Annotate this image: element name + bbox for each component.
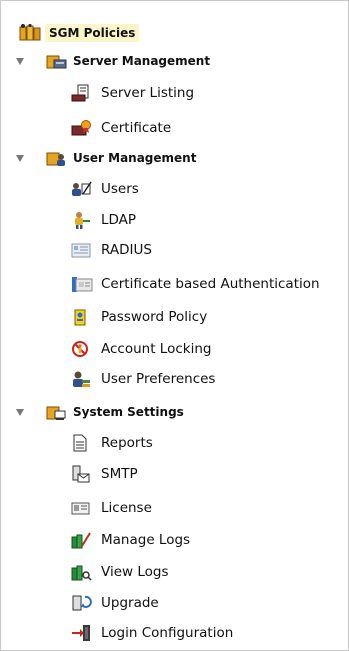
tree-item-label: License xyxy=(101,500,152,516)
group-server-management[interactable]: Server Management xyxy=(45,49,210,73)
tree-item-label: Account Locking xyxy=(101,341,212,357)
tree-item-label: Manage Logs xyxy=(101,532,191,548)
tree-item-label: View Logs xyxy=(101,564,169,580)
login-configuration-icon xyxy=(71,624,91,642)
reports-icon xyxy=(71,434,91,452)
tree-item-label: SMTP xyxy=(101,466,138,482)
tree-item-label: Login Configuration xyxy=(101,625,234,641)
certificate-auth-icon xyxy=(71,275,93,293)
expand-triangle-icon[interactable] xyxy=(16,409,24,416)
tree-root[interactable]: SGM Policies xyxy=(19,21,140,45)
tree-item-label: User Preferences xyxy=(101,371,216,387)
expand-triangle-icon[interactable] xyxy=(16,58,24,65)
tree-item-label: RADIUS xyxy=(101,242,152,258)
tree-item-users[interactable]: Users xyxy=(71,177,139,201)
system-settings-icon xyxy=(45,403,66,421)
server-management-icon xyxy=(45,52,67,70)
tree-item-label: Certificate xyxy=(101,120,172,136)
tree-item-view-logs[interactable]: View Logs xyxy=(71,560,168,584)
account-locking-icon xyxy=(71,340,91,358)
users-icon xyxy=(71,180,92,198)
user-preferences-icon xyxy=(71,370,91,388)
upgrade-icon xyxy=(71,594,92,612)
tree-root-label: SGM Policies xyxy=(45,24,140,42)
certificate-icon xyxy=(71,119,91,137)
group-user-management[interactable]: User Management xyxy=(45,146,196,170)
expand-triangle-icon[interactable] xyxy=(16,155,24,162)
group-label: System Settings xyxy=(73,405,184,419)
tree-item-label: Certificate based Authentication xyxy=(101,276,320,292)
tree-item-manage-logs[interactable]: Manage Logs xyxy=(71,528,190,552)
ldap-icon xyxy=(71,211,91,229)
tree-item-label: Users xyxy=(101,181,139,197)
radius-icon xyxy=(71,241,91,259)
tree-item-upgrade[interactable]: Upgrade xyxy=(71,591,159,615)
group-label: Server Management xyxy=(73,54,211,68)
manage-logs-icon xyxy=(71,531,91,549)
tree-item-reports[interactable]: Reports xyxy=(71,431,153,455)
password-policy-icon xyxy=(71,308,91,326)
user-management-icon xyxy=(45,149,65,167)
tree-item-password-policy[interactable]: Password Policy xyxy=(71,305,207,329)
group-label: User Management xyxy=(73,151,197,165)
view-logs-icon xyxy=(71,563,92,581)
tree-item-label: Server Listing xyxy=(101,85,195,101)
tree-item-certificate[interactable]: Certificate xyxy=(71,116,171,140)
tree-item-radius[interactable]: RADIUS xyxy=(71,238,152,262)
tree-item-certificate-auth[interactable]: Certificate based Authentication xyxy=(71,272,320,296)
tree-item-label: Password Policy xyxy=(101,309,208,325)
tree-item-label: Upgrade xyxy=(101,595,159,611)
tree-item-server-listing[interactable]: Server Listing xyxy=(71,81,194,105)
tree-item-license[interactable]: License xyxy=(71,496,152,520)
server-listing-icon xyxy=(71,84,91,102)
tree-item-ldap[interactable]: LDAP xyxy=(71,208,136,232)
folder-tree-icon xyxy=(19,24,41,42)
tree-item-user-preferences[interactable]: User Preferences xyxy=(71,367,215,391)
policy-tree-panel: SGM Policies Server Management Server Li… xyxy=(0,0,349,651)
tree-item-label: LDAP xyxy=(101,212,137,228)
tree-item-account-locking[interactable]: Account Locking xyxy=(71,337,211,361)
tree-item-smtp[interactable]: SMTP xyxy=(71,462,138,486)
smtp-icon xyxy=(71,465,91,483)
tree-item-login-configuration[interactable]: Login Configuration xyxy=(71,621,233,645)
tree-item-label: Reports xyxy=(101,435,153,451)
group-system-settings[interactable]: System Settings xyxy=(45,400,184,424)
license-icon xyxy=(71,499,91,517)
